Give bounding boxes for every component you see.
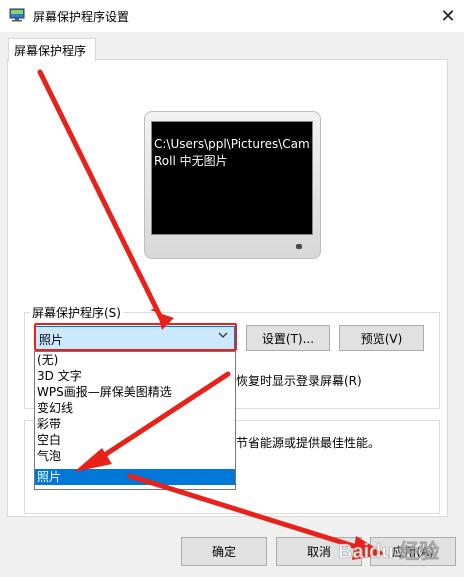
- settings-button[interactable]: 设置(T)...: [246, 325, 330, 351]
- ok-button[interactable]: 确定: [181, 537, 267, 566]
- dropdown-option[interactable]: 3D 文字: [35, 368, 235, 384]
- annotation-highlight-box: [34, 323, 237, 351]
- power-description: 节省能源或提供最佳性能。: [236, 436, 381, 450]
- ok-button-label: 确定: [211, 545, 236, 559]
- preview-message-line2: Roll 中无图片: [154, 154, 228, 168]
- resume-login-label: 恢复时显示登录屏幕(R): [236, 374, 362, 388]
- close-icon: ✕: [440, 5, 456, 27]
- dropdown-option[interactable]: 气泡: [35, 448, 235, 464]
- preview-message-line1: C:\Users\ppl\Pictures\Cam: [154, 137, 310, 151]
- monitor-icon: [9, 8, 25, 22]
- monitor-led: [296, 244, 302, 249]
- dropdown-option[interactable]: 变幻线: [35, 400, 235, 416]
- dropdown-option[interactable]: 空白: [35, 432, 235, 448]
- preview-button-label: 预览(V): [360, 331, 403, 346]
- watermark-text: Baidu 经验: [338, 539, 439, 563]
- window-title: 屏幕保护程序设置: [33, 10, 130, 24]
- baidu-watermark: Baidu 经验: [338, 539, 440, 564]
- dropdown-option[interactable]: (无): [35, 352, 235, 368]
- cancel-button-label: 取消: [306, 545, 331, 559]
- tab-label: 屏幕保护程序: [14, 44, 87, 58]
- dropdown-option[interactable]: 彩带: [35, 416, 235, 432]
- close-button[interactable]: ✕: [432, 0, 464, 32]
- settings-button-label: 设置(T)...: [261, 331, 315, 346]
- dropdown-option[interactable]: WPS画报—屏保美图精选: [35, 384, 235, 400]
- preview-button[interactable]: 预览(V): [339, 325, 424, 351]
- dropdown-option-selected[interactable]: 照片: [35, 469, 235, 485]
- screensaver-group-label: 屏幕保护程序(S): [30, 304, 123, 321]
